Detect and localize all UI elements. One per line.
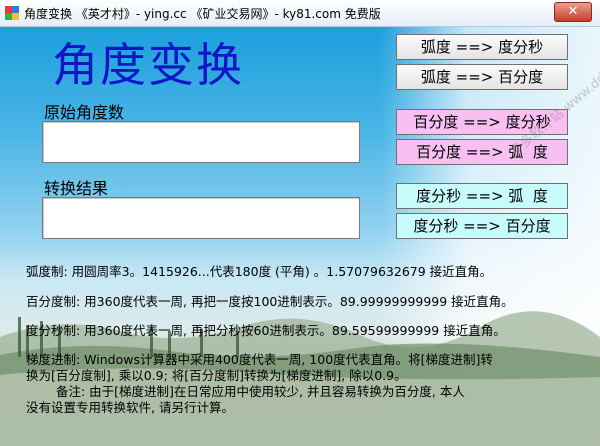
note-dms: 度分秒制: 用360度代表一周, 再把分秒按60进制表示。89.59599999… (26, 323, 506, 338)
radian-to-percent-degree-button[interactable]: 弧度 ==> 百分度 (396, 64, 568, 90)
client-area: 角度变换 原始角度数 转换结果 弧度 ==> 度分秒 弧度 ==> 百分度 百分… (0, 27, 600, 446)
close-button[interactable]: ✕ (554, 2, 592, 22)
dms-to-percent-degree-button[interactable]: 度分秒 ==> 百分度 (396, 213, 568, 239)
radian-to-dms-button[interactable]: 弧度 ==> 度分秒 (396, 34, 568, 60)
note-remark-line2: 没有设置专用转换软件, 请另行计算。 (26, 400, 234, 415)
original-angle-label: 原始角度数 (44, 103, 125, 122)
result-output[interactable] (42, 197, 360, 239)
app-title: 角度变换 (52, 38, 244, 92)
dms-to-radian-button[interactable]: 度分秒 ==> 弧 度 (396, 183, 568, 209)
app-icon (5, 6, 19, 20)
window-title: 角度变换 《英才村》- ying.cc 《矿业交易网》- ky81.com 免费… (24, 7, 381, 21)
percent-degree-to-radian-button[interactable]: 百分度 ==> 弧 度 (396, 139, 568, 165)
original-angle-input[interactable] (42, 121, 360, 163)
note-percent-degree: 百分度制: 用360度代表一周, 再把一度按100进制表示。89.9999999… (26, 294, 514, 309)
result-label: 转换结果 (44, 179, 109, 198)
title-bar: 角度变换 《英才村》- ying.cc 《矿业交易网》- ky81.com 免费… (0, 0, 600, 27)
note-radian: 弧度制: 用圆周率3。1415926...代表180度 (平角) 。1.5707… (26, 264, 493, 279)
